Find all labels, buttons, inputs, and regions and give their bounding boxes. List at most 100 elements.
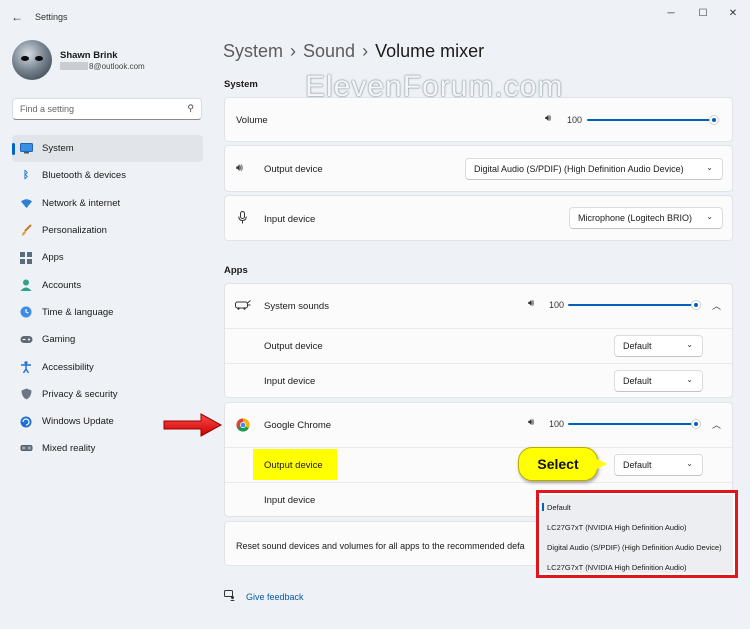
sidebar-item-accessibility[interactable]: Accessibility [12,353,203,380]
shield-icon [19,387,33,401]
output-device-flyout: Default LC27G7xT (NVIDIA High Definition… [536,490,738,578]
slider-track [568,423,697,425]
system-sounds-card: System sounds 🔊︎ 100 ︿ Output device Def… [224,283,733,398]
slider-track [568,304,697,306]
accessibility-icon [19,360,33,374]
google-chrome-label: Google Chrome [264,420,332,431]
flyout-list: Default LC27G7xT (NVIDIA High Definition… [541,495,733,573]
gamepad-icon [19,333,33,347]
sidebar-item-privacy-security[interactable]: Privacy & security [12,381,203,408]
search-input[interactable] [13,99,173,119]
slider-track [587,119,715,121]
sidebar-item-bluetooth[interactable]: ᛒ Bluetooth & devices [12,162,203,189]
give-feedback[interactable]: Give feedback [224,590,304,604]
title-bar: ← Settings ─ ☐ ✕ [0,0,750,34]
feedback-icon [224,590,236,604]
breadcrumb-system[interactable]: System [223,41,283,61]
monitor-icon [19,142,33,156]
app-title: Settings [35,12,68,22]
sidebar-item-time-language[interactable]: Time & language [12,299,203,326]
input-device-value: Microphone (Logitech BRIO) [578,213,693,223]
bluetooth-icon: ᛒ [23,170,29,182]
chrome-input-label: Input device [264,495,316,506]
input-device-dropdown[interactable]: Microphone (Logitech BRIO) ⌄ [569,207,723,229]
dropdown-value: Default [623,341,652,351]
system-sounds-slider[interactable] [568,299,701,311]
divider [225,363,732,364]
globe-clock-icon [19,305,33,319]
breadcrumb-sound[interactable]: Sound [303,41,355,61]
select-callout: Select [518,447,607,481]
sidebar-item-accounts[interactable]: Accounts [12,271,203,298]
close-icon[interactable]: ✕ [722,6,744,22]
slider-thumb[interactable] [691,300,701,310]
sidebar-item-gaming[interactable]: Gaming [12,326,203,353]
flyout-option-lc27g7xt-2[interactable]: LC27G7xT (NVIDIA High Definition Audio) [547,563,687,572]
sidebar-item-mixed-reality[interactable]: Mixed reality [12,435,203,462]
input-device-card: Input device Microphone (Logitech BRIO) … [224,195,733,241]
sidebar-item-network[interactable]: Network & internet [12,190,203,217]
slider-thumb[interactable] [709,115,719,125]
system-sounds-input-dropdown[interactable]: Default ⌄ [614,370,703,392]
chevron-down-icon: ⌄ [706,212,713,221]
maximize-icon[interactable]: ☐ [692,6,714,22]
callout-bubble: Select [518,447,598,481]
speaker-icon[interactable]: 🔊︎ [528,298,534,309]
watermark: ElevenForum.com [305,70,564,103]
update-icon [19,415,33,429]
output-device-dropdown[interactable]: Digital Audio (S/PDIF) (High Definition … [465,158,723,180]
minimize-icon[interactable]: ─ [660,6,682,22]
brush-icon [19,224,33,238]
back-arrow-icon[interactable]: ← [10,10,24,24]
chrome-output-dropdown[interactable]: Default ⌄ [614,454,703,476]
speaker-icon[interactable]: 🔊︎ [528,417,534,428]
dropdown-value: Default [623,460,652,470]
flyout-option-default[interactable]: Default [547,503,571,512]
system-sounds-output-label: Output device [264,341,323,352]
breadcrumb-separator: › [362,41,369,61]
chrome-volume: 100 [549,419,565,429]
give-feedback-link[interactable]: Give feedback [246,592,304,602]
chevron-down-icon: ⌄ [686,459,693,468]
volume-label: Volume [236,115,268,126]
callout-tail [595,458,607,470]
chevron-down-icon: ⌄ [686,340,693,349]
system-sounds-output-dropdown[interactable]: Default ⌄ [614,335,703,357]
chrome-output-label: Output device [264,460,323,471]
sidebar-item-system[interactable]: System [12,135,203,163]
divider [225,328,732,329]
email-redaction [60,62,88,70]
chevron-up-icon[interactable]: ︿ [712,418,721,431]
user-email: 8@outlook.com [60,62,145,71]
flyout-option-digital-audio[interactable]: Digital Audio (S/PDIF) (High Definition … [547,543,722,552]
speaker-icon: 🔊︎ [236,162,243,174]
flyout-option-lc27g7xt-1[interactable]: LC27G7xT (NVIDIA High Definition Audio) [547,523,687,532]
chevron-down-icon: ⌄ [706,163,713,172]
input-device-label: Input device [264,214,316,225]
microphone-icon [238,211,247,227]
chevron-down-icon: ⌄ [686,375,693,384]
speaker-icon[interactable]: 🔊︎ [545,113,551,124]
search-icon[interactable]: ⚲ [187,103,194,114]
wifi-icon [19,196,33,210]
reset-description: Reset sound devices and volumes for all … [236,541,525,551]
chevron-up-icon[interactable]: ︿ [712,299,721,312]
avatar [12,40,52,80]
sidebar-item-personalization[interactable]: Personalization [12,217,203,244]
slider-thumb[interactable] [691,419,701,429]
breadcrumb: System › Sound › Volume mixer [223,41,484,62]
output-device-card: 🔊︎ Output device Digital Audio (S/PDIF) … [224,145,733,192]
output-device-value: Digital Audio (S/PDIF) (High Definition … [474,164,684,174]
dropdown-value: Default [623,376,652,386]
person-icon [19,278,33,292]
user-name: Shawn Brink [60,50,118,61]
system-sounds-input-label: Input device [264,376,316,387]
breadcrumb-separator: › [290,41,297,61]
divider [225,482,732,483]
volume-slider[interactable] [587,114,719,126]
section-label-apps: Apps [224,265,248,276]
chrome-icon [236,418,250,435]
chrome-volume-slider[interactable] [568,418,701,430]
search-box[interactable]: ⚲ [12,98,202,120]
sidebar-item-apps[interactable]: Apps [12,244,203,271]
